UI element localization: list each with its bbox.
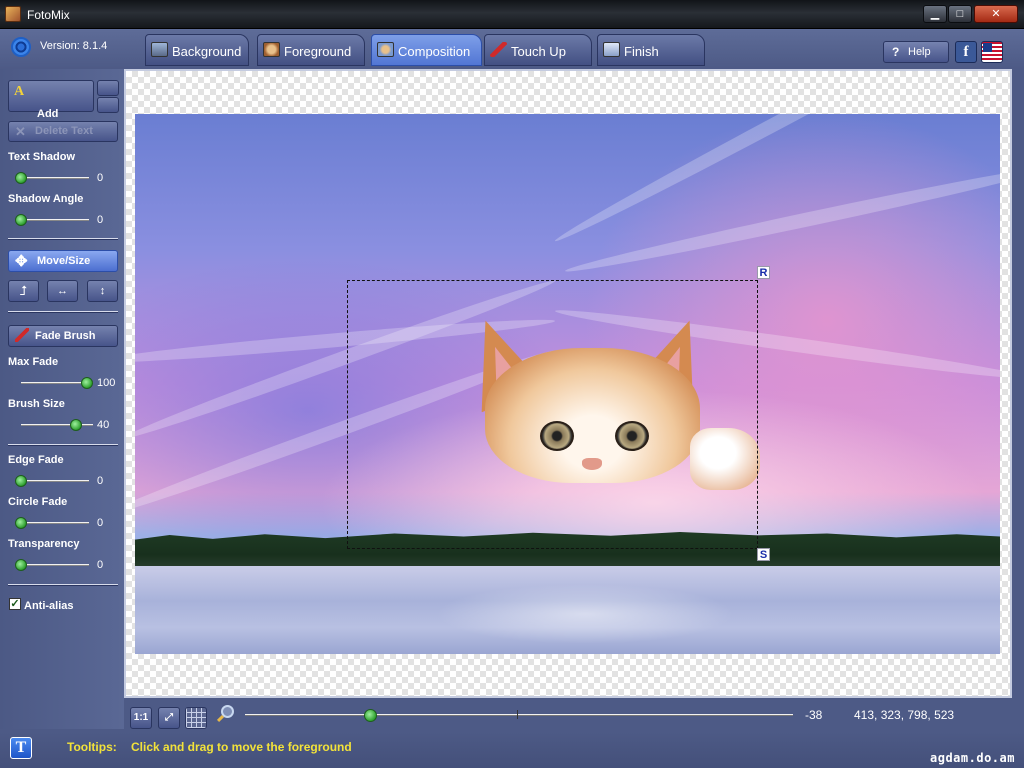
- composition-icon: [377, 42, 394, 57]
- tab-label: Background: [172, 44, 242, 59]
- shadow-angle-label: Shadow Angle: [8, 193, 84, 205]
- zoom-icon: [216, 705, 235, 723]
- edge-fade-value: 0: [97, 475, 104, 487]
- flag-icon: [983, 43, 992, 52]
- circle-fade-label: Circle Fade: [8, 496, 68, 508]
- move-size-label: Move/Size: [37, 255, 91, 267]
- flip-vertical-icon[interactable]: ↕: [87, 280, 118, 302]
- background-icon: [151, 42, 168, 57]
- selection-coordinates: 413, 323, 798, 523: [854, 708, 955, 722]
- size-handle[interactable]: S: [757, 548, 770, 561]
- flip-up-icon[interactable]: ⮥: [8, 280, 39, 302]
- tab-finish[interactable]: Finish: [597, 34, 705, 66]
- grid-icon[interactable]: [185, 707, 207, 729]
- tab-foreground[interactable]: Foreground: [257, 34, 365, 66]
- shadow-angle-value: 0: [97, 214, 104, 226]
- shadow-angle-slider[interactable]: [15, 214, 89, 226]
- title-bar: FotoMix ▁ □ ✕: [0, 0, 1024, 29]
- fade-brush-button[interactable]: Fade Brush: [8, 325, 118, 347]
- brush-size-label: Brush Size: [8, 398, 65, 410]
- move-size-button[interactable]: ✥ Move/Size: [8, 250, 118, 272]
- transparency-value: 0: [97, 559, 104, 571]
- help-button[interactable]: ? Help: [883, 41, 949, 63]
- edge-fade-label: Edge Fade: [8, 454, 64, 466]
- tooltip-text: Click and drag to move the foreground: [131, 740, 352, 754]
- brush-size-value: 40: [97, 419, 110, 431]
- foreground-icon: [263, 42, 280, 57]
- actual-size-button[interactable]: 1:1: [130, 707, 152, 729]
- finish-icon: [603, 42, 620, 57]
- divider: [8, 444, 118, 446]
- zoom-slider[interactable]: [245, 709, 793, 722]
- language-flag-button[interactable]: [981, 41, 1003, 63]
- max-fade-label: Max Fade: [8, 356, 59, 368]
- gear-icon[interactable]: [11, 37, 31, 57]
- version-label: Version: 8.1.4: [40, 40, 108, 52]
- text-options-button[interactable]: [97, 97, 119, 113]
- brush-size-slider[interactable]: [21, 419, 93, 431]
- delete-icon: ✕: [15, 124, 26, 139]
- anti-alias-label: Anti-alias: [24, 600, 74, 612]
- fade-brush-label: Fade Brush: [35, 330, 96, 342]
- delete-text-button[interactable]: ✕ Delete Text: [8, 121, 118, 142]
- window-title: FotoMix: [27, 8, 70, 22]
- fit-to-window-icon[interactable]: ⤢: [158, 707, 180, 729]
- edit-text-button[interactable]: [97, 80, 119, 96]
- app-icon: [5, 6, 21, 22]
- tab-label: Touch Up: [511, 44, 566, 59]
- watermark: agdam.do.am: [930, 751, 1015, 765]
- divider: [8, 238, 118, 240]
- brush-icon: [15, 328, 29, 342]
- divider: [8, 311, 118, 313]
- flip-horizontal-icon[interactable]: ↔: [47, 280, 78, 302]
- minimize-button[interactable]: ▁: [923, 5, 947, 23]
- help-label: Help: [908, 46, 931, 58]
- circle-fade-value: 0: [97, 517, 104, 529]
- tab-label: Foreground: [284, 44, 352, 59]
- brush-icon: [490, 42, 507, 57]
- tab-background[interactable]: Background: [145, 34, 249, 66]
- abc-icon: A: [14, 84, 25, 99]
- text-tool-button[interactable]: T: [10, 737, 32, 759]
- rotate-handle[interactable]: R: [757, 266, 770, 279]
- help-icon: ?: [892, 45, 900, 59]
- status-bar: T Tooltips: Click and drag to move the f…: [0, 732, 1024, 768]
- tab-label: Finish: [624, 44, 659, 59]
- max-fade-slider[interactable]: [21, 377, 93, 389]
- transparency-slider[interactable]: [15, 559, 89, 571]
- selection-rectangle[interactable]: [347, 280, 758, 549]
- tab-label: Composition: [398, 44, 471, 59]
- text-shadow-value: 0: [97, 172, 104, 184]
- add-text-button[interactable]: A Add Text: [8, 80, 94, 132]
- move-icon: ✥: [15, 253, 28, 270]
- circle-fade-slider[interactable]: [15, 517, 89, 529]
- text-shadow-label: Text Shadow: [8, 151, 76, 163]
- tooltips-label: Tooltips:: [67, 740, 117, 754]
- header: Version: 8.1.4 Background Foreground Com…: [0, 29, 1024, 69]
- delete-text-label: Delete Text: [35, 125, 93, 137]
- max-fade-value: 100: [97, 377, 116, 389]
- edge-fade-slider[interactable]: [15, 475, 89, 487]
- zoom-value: -38: [805, 708, 823, 722]
- anti-alias-checkbox[interactable]: ✓: [9, 598, 21, 610]
- tab-touch-up[interactable]: Touch Up: [484, 34, 592, 66]
- transparency-label: Transparency: [8, 538, 80, 550]
- maximize-button[interactable]: □: [948, 5, 972, 23]
- divider: [8, 584, 118, 586]
- text-shadow-slider[interactable]: [15, 172, 89, 184]
- facebook-button[interactable]: f: [955, 41, 977, 63]
- close-button[interactable]: ✕: [974, 5, 1018, 23]
- tab-composition[interactable]: Composition: [371, 34, 482, 66]
